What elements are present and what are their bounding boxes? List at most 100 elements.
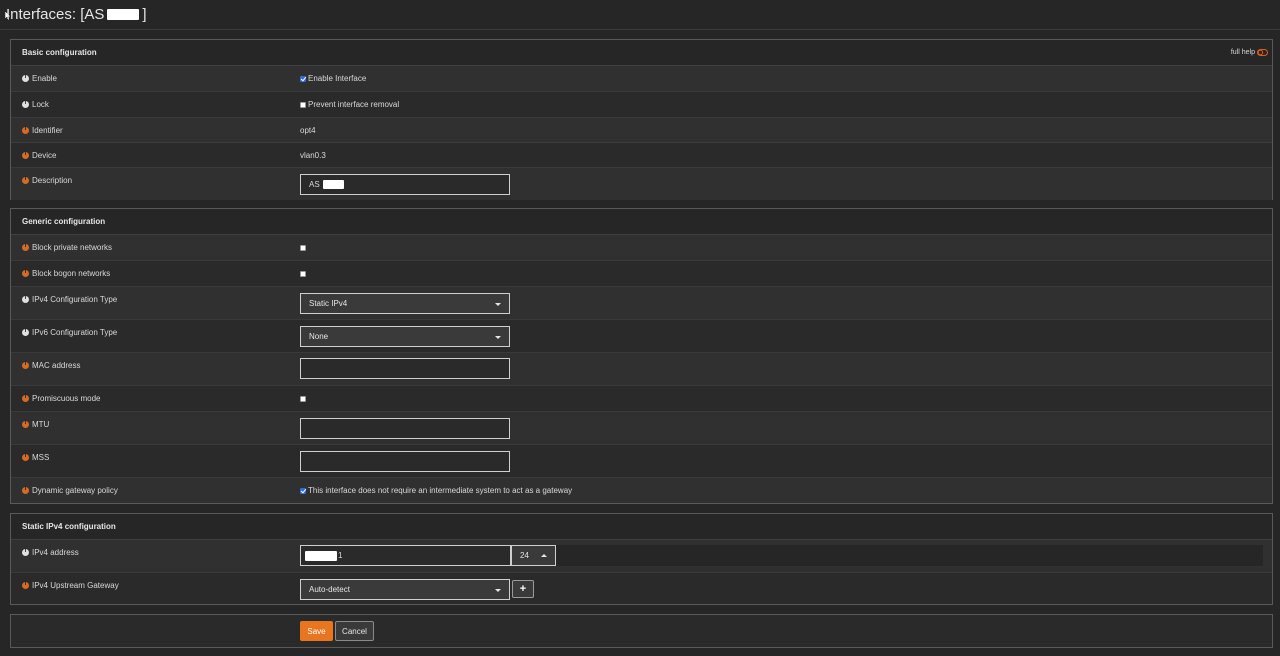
info-icon[interactable] bbox=[22, 100, 29, 108]
mss-input[interactable] bbox=[300, 451, 510, 472]
label-block-bogon: Block bogon networks bbox=[22, 269, 110, 278]
row-mac: MAC address bbox=[11, 353, 1272, 386]
row-mtu: MTU bbox=[11, 412, 1272, 445]
full-help-toggle[interactable]: full help bbox=[1231, 49, 1268, 56]
plus-icon: + bbox=[519, 583, 527, 595]
row-ipv4-type: IPv4 Configuration Type Static IPv4 bbox=[11, 287, 1272, 320]
promiscuous-checkbox[interactable] bbox=[300, 394, 306, 403]
label-text: Identifier bbox=[32, 126, 63, 135]
panel-title: Basic configuration bbox=[22, 48, 97, 57]
redacted-block bbox=[322, 180, 344, 189]
label-text: IPv4 address bbox=[32, 548, 79, 557]
chevron-down-icon bbox=[495, 303, 501, 306]
label-ipv4-gateway: IPv4 Upstream Gateway bbox=[22, 581, 119, 590]
checkbox[interactable] bbox=[300, 244, 306, 251]
label-text: Lock bbox=[32, 100, 49, 109]
label-text: IPv6 Configuration Type bbox=[32, 328, 118, 337]
checkbox[interactable] bbox=[300, 270, 306, 277]
info-icon[interactable] bbox=[22, 453, 29, 461]
generic-configuration-panel: Generic configuration Block private netw… bbox=[10, 208, 1273, 504]
ipv4-gateway-select[interactable]: Auto-detect bbox=[300, 579, 510, 600]
select-value: Static IPv4 bbox=[309, 299, 348, 308]
label-text: MAC address bbox=[32, 361, 81, 370]
label-ipv6-type: IPv6 Configuration Type bbox=[22, 328, 117, 337]
info-icon[interactable] bbox=[22, 74, 29, 82]
checkbox[interactable] bbox=[300, 75, 306, 82]
select-value: Auto-detect bbox=[309, 585, 350, 594]
enable-interface-checkbox[interactable]: Enable Interface bbox=[300, 74, 366, 83]
cancel-button[interactable]: Cancel bbox=[335, 621, 374, 641]
info-icon[interactable] bbox=[22, 548, 29, 556]
info-icon[interactable] bbox=[22, 328, 29, 336]
ipv4-address-input[interactable]: 1 bbox=[300, 545, 511, 566]
page-header: Interfaces: [AS ] bbox=[0, 0, 1280, 30]
info-icon[interactable] bbox=[22, 176, 29, 184]
actions-panel: Save Cancel bbox=[10, 614, 1273, 648]
info-icon[interactable] bbox=[22, 394, 29, 402]
label-description: Description bbox=[22, 176, 72, 185]
chevron-down-icon bbox=[495, 589, 501, 592]
panel-header: Generic configuration bbox=[11, 209, 1272, 235]
label-ipv4-address: IPv4 address bbox=[22, 548, 79, 557]
select-value: 24 bbox=[520, 551, 529, 560]
label-text: Description bbox=[32, 176, 73, 185]
panel-header: Static IPv4 configuration bbox=[11, 514, 1272, 540]
description-input[interactable]: AS bbox=[300, 174, 510, 195]
description-value: AS bbox=[309, 180, 320, 189]
select-value: None bbox=[309, 332, 329, 341]
row-ipv6-type: IPv6 Configuration Type None bbox=[11, 320, 1272, 353]
block-bogon-checkbox[interactable] bbox=[300, 269, 306, 278]
label-block-private: Block private networks bbox=[22, 243, 112, 252]
label-dynamic-gateway: Dynamic gateway policy bbox=[22, 486, 118, 495]
label-text: IPv4 Upstream Gateway bbox=[32, 581, 119, 590]
info-icon[interactable] bbox=[22, 295, 29, 303]
panel-header: Basic configuration full help bbox=[11, 40, 1272, 66]
mtu-input[interactable] bbox=[300, 418, 510, 439]
page-title-prefix: Interfaces: [AS bbox=[6, 6, 105, 23]
full-help-label: full help bbox=[1230, 49, 1255, 56]
label-text: Device bbox=[32, 151, 57, 160]
info-icon[interactable] bbox=[22, 243, 29, 251]
ipv4-prefix-select[interactable]: 24 bbox=[511, 545, 556, 566]
info-icon[interactable] bbox=[22, 361, 29, 369]
page-title-suffix: ] bbox=[142, 6, 147, 23]
label-mss: MSS bbox=[22, 453, 49, 462]
page-title: Interfaces: [AS ] bbox=[6, 6, 147, 23]
label-mac: MAC address bbox=[22, 361, 80, 370]
row-description: Description AS bbox=[11, 168, 1272, 200]
row-mss: MSS bbox=[11, 445, 1272, 478]
label-text: MSS bbox=[32, 453, 50, 462]
checkbox[interactable] bbox=[300, 395, 306, 402]
add-gateway-button[interactable]: + bbox=[512, 580, 534, 598]
info-icon[interactable] bbox=[22, 486, 29, 494]
checkbox-label: Prevent interface removal bbox=[308, 100, 400, 109]
panel-title: Static IPv4 configuration bbox=[22, 522, 116, 531]
row-identifier: Identifier opt4 bbox=[11, 118, 1272, 143]
label-text: Dynamic gateway policy bbox=[32, 486, 118, 495]
chevron-down-icon bbox=[495, 336, 501, 339]
mac-address-input[interactable] bbox=[300, 358, 510, 379]
static-ipv4-panel: Static IPv4 configuration IPv4 address 1… bbox=[10, 513, 1273, 605]
label-text: IPv4 Configuration Type bbox=[32, 295, 118, 304]
save-button[interactable]: Save bbox=[300, 621, 333, 641]
ipv6-type-select[interactable]: None bbox=[300, 326, 510, 347]
label-text: MTU bbox=[32, 420, 50, 429]
ipv4-type-select[interactable]: Static IPv4 bbox=[300, 293, 510, 314]
checkbox[interactable] bbox=[300, 101, 306, 108]
info-icon[interactable] bbox=[22, 269, 29, 277]
info-icon[interactable] bbox=[22, 420, 29, 428]
chevron-up-icon bbox=[541, 554, 547, 557]
panel-title: Generic configuration bbox=[22, 217, 106, 226]
dynamic-gateway-checkbox[interactable]: This interface does not require an inter… bbox=[300, 486, 572, 495]
prevent-removal-checkbox[interactable]: Prevent interface removal bbox=[300, 100, 399, 109]
row-lock: Lock Prevent interface removal bbox=[11, 92, 1272, 118]
info-icon[interactable] bbox=[22, 151, 29, 159]
checkbox[interactable] bbox=[300, 487, 306, 494]
label-text: Promiscuous mode bbox=[32, 394, 101, 403]
info-icon[interactable] bbox=[22, 581, 29, 589]
info-icon[interactable] bbox=[22, 126, 29, 134]
label-device: Device bbox=[22, 151, 56, 160]
label-enable: Enable bbox=[22, 74, 57, 83]
row-block-bogon: Block bogon networks bbox=[11, 261, 1272, 287]
block-private-checkbox[interactable] bbox=[300, 243, 306, 252]
